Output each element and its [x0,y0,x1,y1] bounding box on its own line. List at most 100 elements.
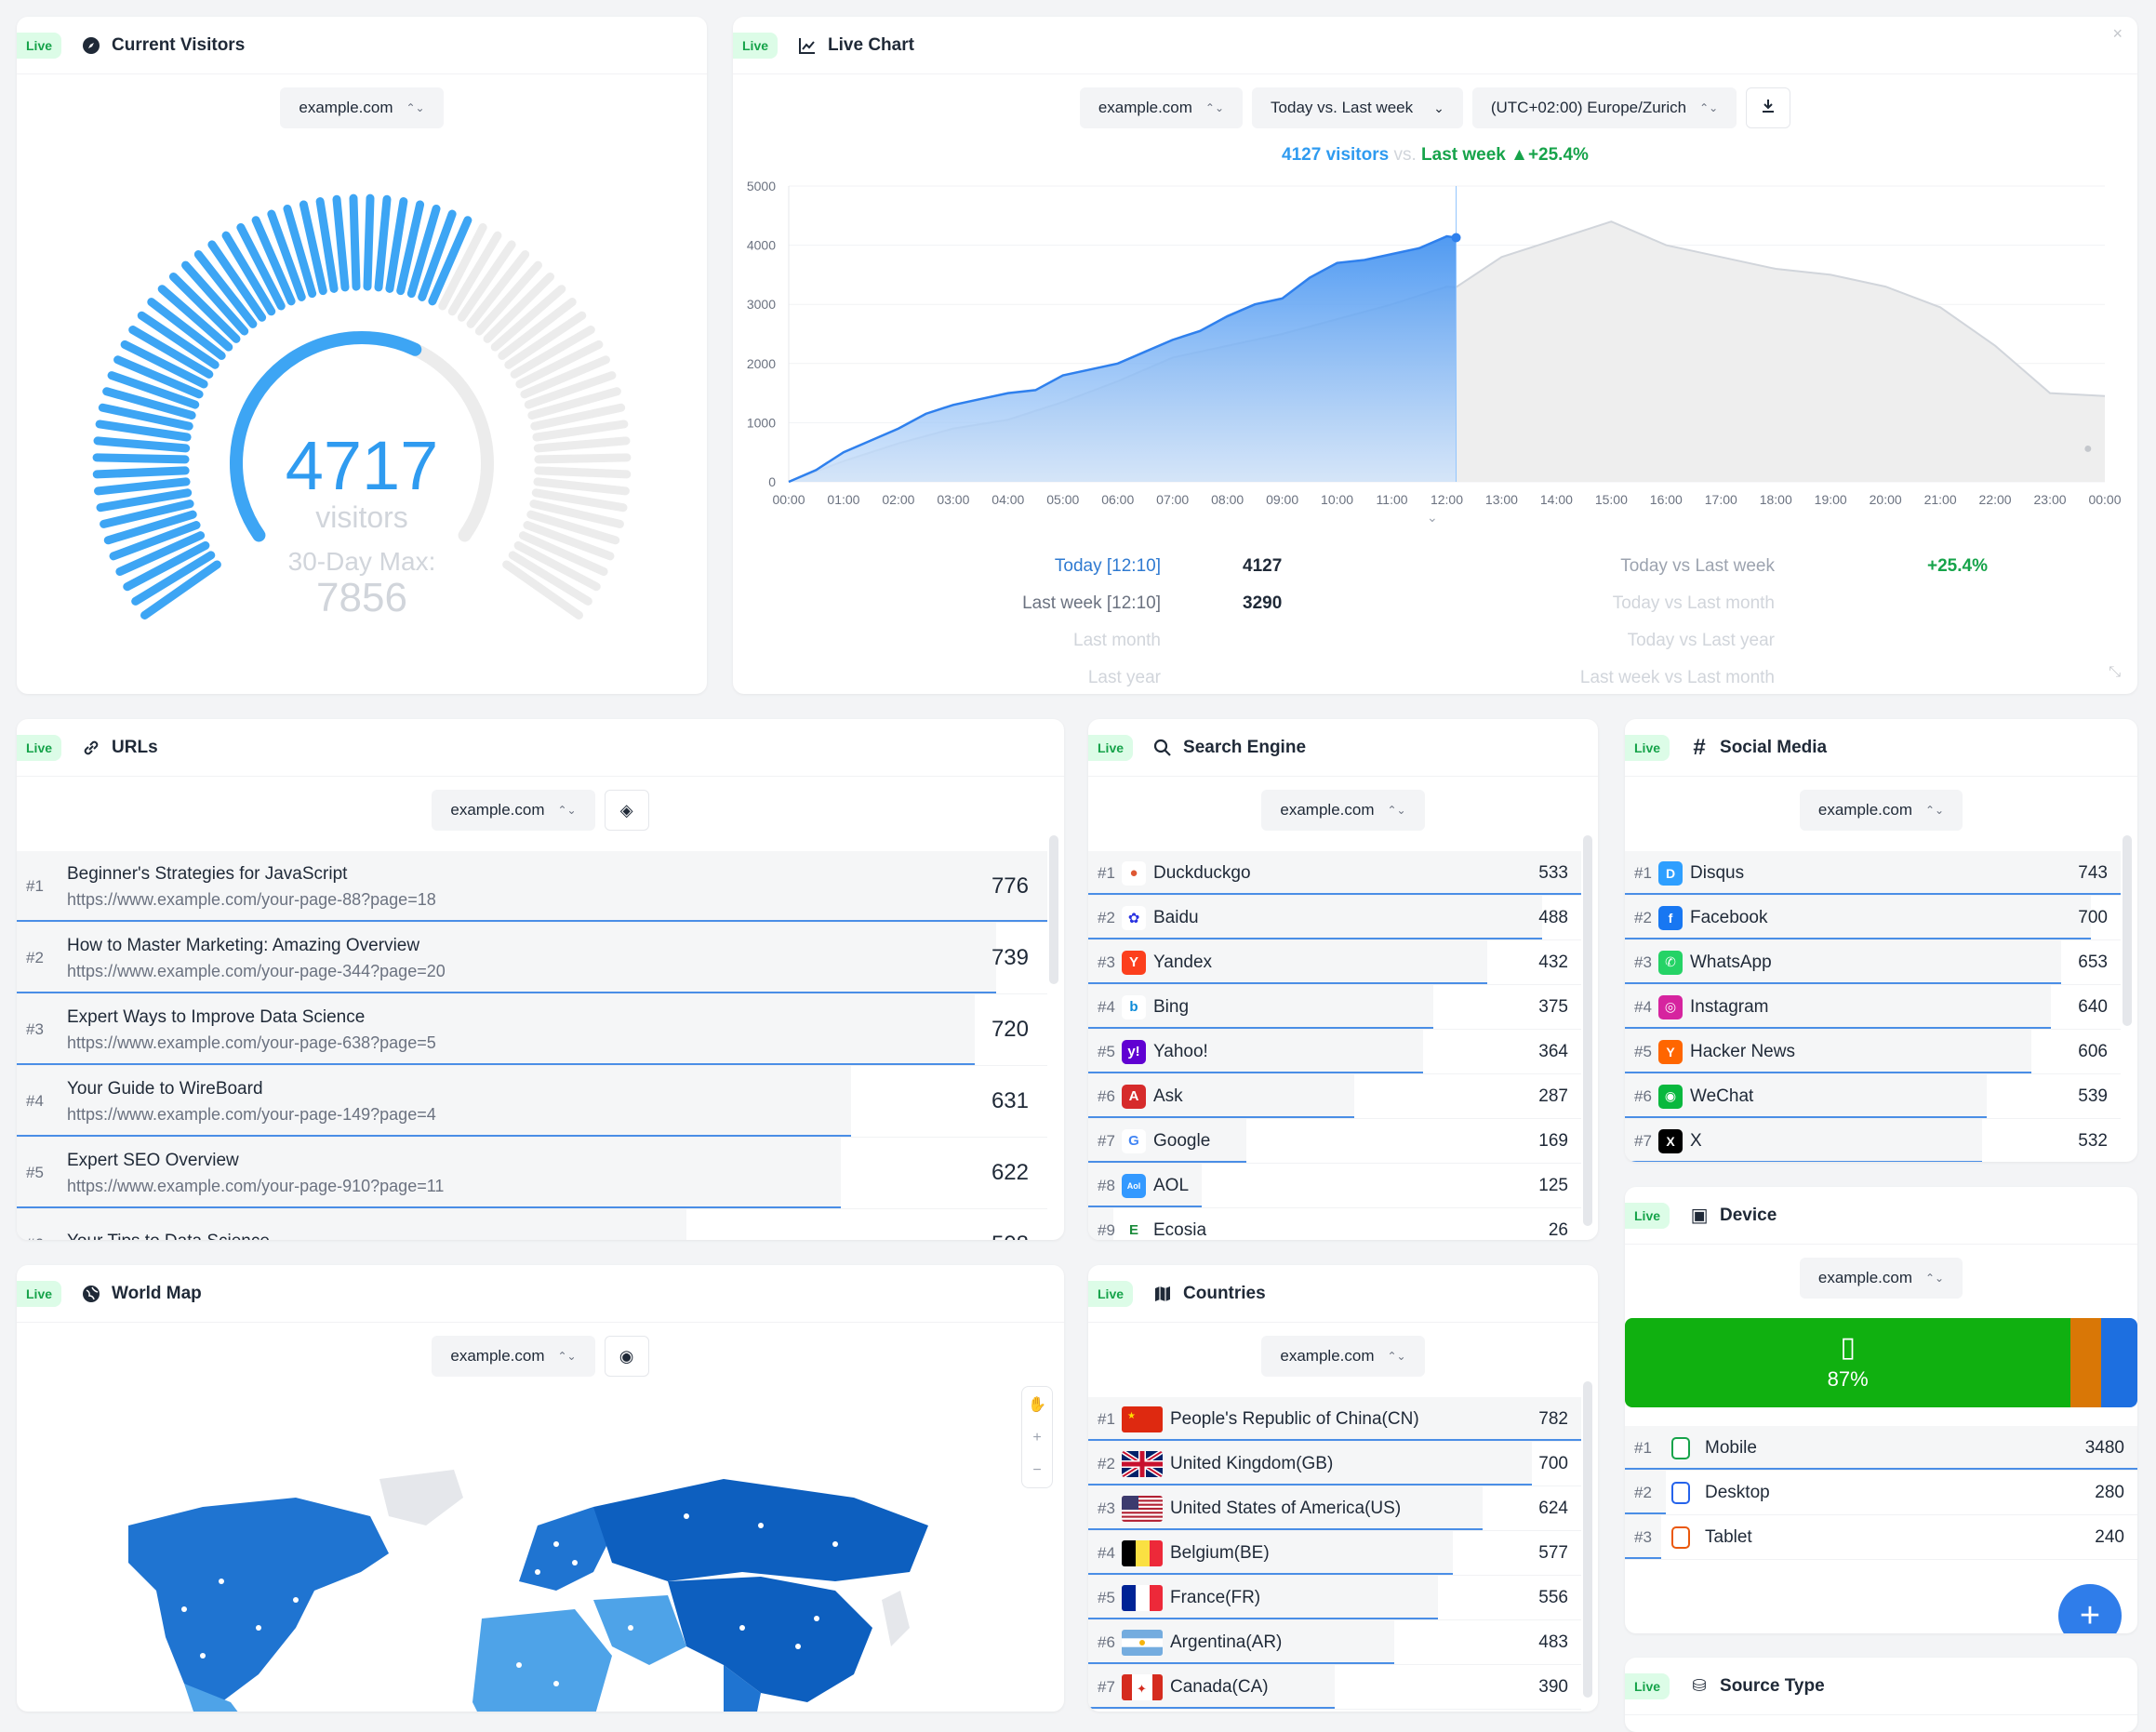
url-link[interactable]: https://www.example.com/your-page-344?pa… [67,962,446,981]
device-segment[interactable] [2101,1318,2137,1407]
list-item[interactable]: #3 United States of America(US) 624 [1088,1486,1581,1531]
list-item[interactable]: #9 E Ecosia 26 [1088,1208,1581,1240]
item-name: Yandex [1153,952,1213,972]
list-item[interactable]: #7 ✦ Canada(CA) 390 [1088,1665,1581,1710]
chevron-updown-icon: ⌃⌄ [1925,1272,1945,1285]
map-greenland[interactable] [379,1470,463,1525]
url-value: 776 [991,873,1029,899]
list-item[interactable]: #6 Argentina(AR) 483 [1088,1620,1581,1665]
item-name: Belgium(BE) [1170,1542,1270,1563]
site-select-value: example.com [1280,801,1375,819]
layers-button[interactable]: ◈ [604,790,649,831]
list-item[interactable]: #2 ✿ Baidu 488 [1088,896,1581,940]
url-text: How to Master Marketing: Amazing Overvie… [67,936,991,981]
item-value: 483 [1538,1632,1568,1652]
site-select[interactable]: example.com ⌃⌄ [1799,1258,1963,1299]
list-item[interactable]: #4 ◎ Instagram 640 [1625,985,2121,1030]
list-item[interactable]: #5 Y Hacker News 606 [1625,1030,2121,1074]
url-link[interactable]: https://www.example.com/your-page-638?pa… [67,1033,436,1053]
site-select[interactable]: example.com ⌃⌄ [1261,1336,1425,1377]
device-segment[interactable]: ▯ 87% [1625,1318,2071,1407]
site-select[interactable]: example.com ⌃⌄ [280,87,444,128]
globe-button[interactable]: ◉ [604,1336,649,1377]
item-value: 287 [1538,1086,1568,1106]
list-item[interactable]: #8 Aol AOL 125 [1088,1164,1581,1208]
map-russia[interactable] [593,1479,928,1581]
url-link[interactable]: https://www.example.com/your-page-88?pag… [67,890,436,910]
pin-icon[interactable]: ● [2083,441,2093,458]
list-item[interactable]: #3 Tablet 240 [1625,1515,2137,1560]
map-japan[interactable] [882,1591,910,1646]
map-asia[interactable] [668,1577,872,1702]
list-item[interactable]: #1 D Disqus 743 [1625,851,2121,896]
compass-icon [80,34,102,57]
x-tick-label: 02:00 [882,492,914,507]
list-item[interactable]: #7 G Google 169 [1088,1119,1581,1164]
now-point[interactable] [1451,233,1461,243]
item-value: 280 [2095,1482,2124,1502]
item-value: 169 [1538,1130,1568,1151]
url-row[interactable]: #6Your Tips to Data Science 508 [17,1209,1047,1240]
list-item[interactable]: #5 France(FR) 556 [1088,1576,1581,1620]
rank-label: #2 [1634,908,1652,926]
download-button[interactable] [1746,87,1791,128]
list-item[interactable]: #6 ◉ WeChat 539 [1625,1074,2121,1119]
stat-label: Last year [1087,668,1161,687]
world-map[interactable] [17,1442,1064,1712]
site-select[interactable]: example.com ⌃⌄ [1799,790,1963,831]
item-name: United States of America(US) [1170,1498,1402,1518]
url-row[interactable]: #2 How to Master Marketing: Amazing Overv… [17,923,1047,994]
url-row[interactable]: #1 Beginner's Strategies for JavaScript ht… [17,851,1047,923]
close-icon[interactable]: × [2112,24,2123,44]
url-row[interactable]: #4 Your Guide to WireBoard https://www.exa… [17,1066,1047,1138]
list-item[interactable]: #5 y! Yahoo! 364 [1088,1030,1581,1074]
y-tick-label: 5000 [747,179,776,193]
globe-icon [80,1283,102,1305]
resize-icon[interactable]: ⤡ [2109,664,2121,681]
item-label-wrap: ✦ Canada(CA) [1122,1673,1538,1700]
add-button[interactable]: + [2058,1584,2122,1633]
list-item[interactable]: #1 Mobile 3480 [1625,1426,2137,1471]
map-north-america[interactable] [128,1498,389,1702]
list-item[interactable]: #3 Y Yandex 432 [1088,940,1581,985]
timezone-select[interactable]: (UTC+02:00) Europe/Zurich ⌃⌄ [1471,87,1737,128]
url-row[interactable]: #3 Expert Ways to Improve Data Science htt… [17,994,1047,1066]
url-link[interactable]: https://www.example.com/your-page-910?pa… [67,1177,444,1196]
url-row[interactable]: #5 Expert SEO Overview https://www.example… [17,1138,1047,1209]
x-tick-label: 18:00 [1760,492,1792,507]
scrollbar[interactable] [1583,835,1592,1226]
url-link[interactable]: https://www.example.com/your-page-149?pa… [67,1105,436,1125]
list-item[interactable]: #1 ● Duckduckgo 533 [1088,851,1581,896]
list-item[interactable]: #7 X X 532 [1625,1119,2121,1162]
list-item[interactable]: #2 Desktop 280 [1625,1471,2137,1515]
item-name: Canada(CA) [1170,1676,1269,1697]
rank-label: #7 [1634,1131,1652,1150]
device-segment[interactable] [2070,1318,2102,1407]
list-item[interactable]: #2 United Kingdom(GB) 700 [1088,1442,1581,1486]
item-value: 606 [2078,1041,2108,1061]
rank-label: #5 [1098,1588,1115,1606]
scrollbar[interactable] [2123,835,2132,1026]
y-tick-label: 3000 [747,297,776,312]
list-item[interactable]: #6 A Ask 287 [1088,1074,1581,1119]
list-item[interactable]: #2 f Facebook 700 [1625,896,2121,940]
map-africa[interactable] [472,1609,612,1712]
url-value: 622 [991,1160,1029,1185]
chevron-down-icon[interactable]: ⌄ [1427,510,1438,526]
stat-label: Last week [12:10] [1022,593,1161,613]
site-select[interactable]: example.com ⌃⌄ [432,790,595,831]
site-select[interactable]: example.com ⌃⌄ [1079,87,1244,128]
aol-icon: Aol [1122,1173,1146,1198]
compare-select[interactable]: Today vs. Last week ⌄ [1252,87,1463,128]
list-item[interactable]: #4 Belgium(BE) 577 [1088,1531,1581,1576]
list-item[interactable]: #4 b Bing 375 [1088,985,1581,1030]
scrollbar[interactable] [1583,1381,1592,1698]
x-tick-label: 19:00 [1815,492,1847,507]
site-select[interactable]: example.com ⌃⌄ [1261,790,1425,831]
pan-hand-icon[interactable]: ✋ [1028,1395,1046,1414]
list-item[interactable]: #3 ✆ WhatsApp 653 [1625,940,2121,985]
scrollbar[interactable] [1049,835,1058,984]
item-label-wrap: XX [1658,1128,2078,1153]
list-item[interactable]: #1 ★ People's Republic of China(CN) 782 [1088,1397,1581,1442]
site-select[interactable]: example.com ⌃⌄ [432,1336,595,1377]
